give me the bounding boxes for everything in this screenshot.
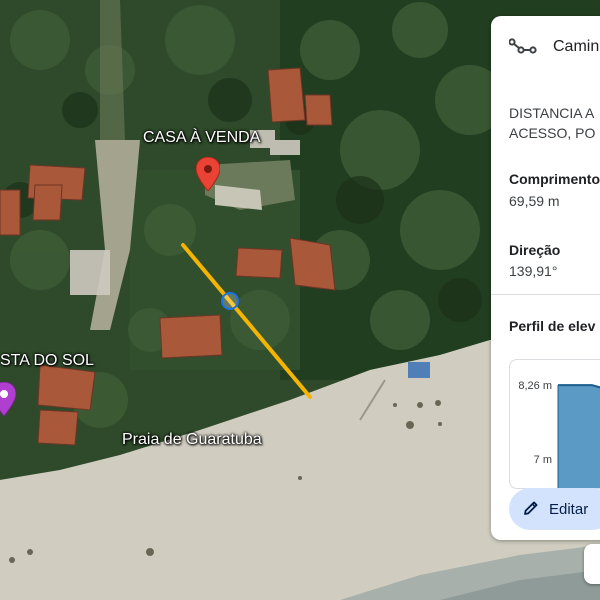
place-label-praia[interactable]: Praia de Guaratuba — [122, 431, 262, 449]
path-icon — [508, 38, 537, 59]
elevation-profile-title: Perfil de elev — [509, 318, 596, 334]
path-description-line1: DISTANCIA A — [509, 105, 595, 121]
y-tick-label: 7 m — [534, 454, 552, 466]
direction-label: Direção — [509, 242, 561, 258]
y-tick-label: 8,26 m — [518, 380, 552, 392]
elevation-area — [558, 385, 600, 488]
map-pin-icon[interactable] — [195, 156, 221, 196]
map-pin-icon[interactable] — [0, 381, 17, 421]
edit-label: Editar — [549, 500, 589, 518]
map-control-button[interactable] — [584, 544, 600, 584]
panel-title: Camin — [553, 38, 600, 55]
place-label-casa[interactable]: CASA À VENDA — [143, 129, 260, 147]
elevation-chart[interactable]: 8,26 m 7 m — [509, 359, 600, 489]
measure-panel: Camin DISTANCIA A ACESSO, PO Comprimento… — [491, 16, 600, 540]
path-description-line2: ACESSO, PO — [509, 125, 596, 141]
direction-value: 139,91° — [509, 263, 558, 279]
edit-button[interactable]: Editar — [509, 488, 600, 530]
length-label: Comprimento — [509, 171, 600, 187]
measure-handle-icon[interactable] — [221, 292, 239, 310]
pencil-icon — [523, 500, 539, 519]
elevation-chart-svg: 8,26 m 7 m — [518, 380, 600, 488]
place-label-costa[interactable]: STA DO SOL — [0, 352, 94, 370]
panel-header: Camin — [491, 16, 600, 78]
panel-divider — [491, 294, 600, 295]
length-value: 69,59 m — [509, 193, 560, 209]
